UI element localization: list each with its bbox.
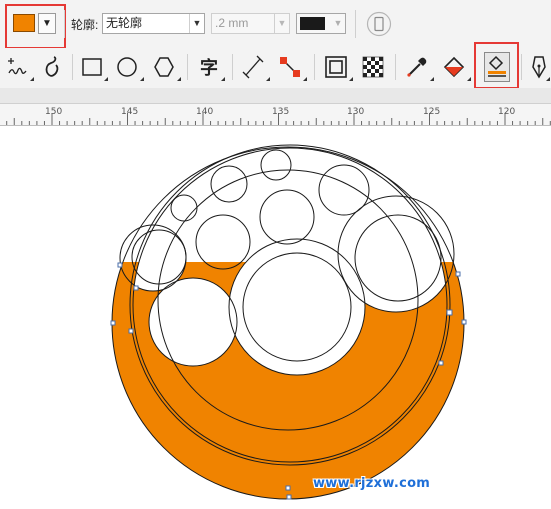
fill-bucket-icon — [443, 56, 465, 78]
interactive-fill-tool[interactable] — [441, 52, 467, 82]
connector-icon — [280, 57, 300, 77]
ruler-label: 140 — [196, 107, 214, 117]
flyout-indicator — [546, 77, 550, 81]
dimension-icon — [242, 55, 264, 79]
ruler-label: 145 — [121, 107, 139, 117]
separator — [72, 54, 73, 80]
ruler-label: 135 — [272, 107, 290, 117]
flyout-indicator — [140, 77, 144, 81]
flyout-indicator — [467, 77, 471, 81]
artistic-media-icon — [45, 56, 59, 77]
smart-fill-icon — [488, 55, 506, 77]
transparency-tool[interactable] — [360, 52, 386, 82]
flyout-indicator — [303, 77, 307, 81]
freehand-icon — [8, 58, 27, 75]
separator — [395, 54, 396, 80]
chevron-down-icon: ▼ — [274, 14, 289, 33]
transparency-icon — [362, 56, 384, 78]
eyedropper-tool[interactable] — [404, 52, 430, 82]
freehand-tool[interactable] — [4, 52, 30, 82]
flyout-indicator — [177, 77, 181, 81]
separator — [64, 10, 65, 38]
chevron-down-icon: ▼ — [333, 18, 343, 28]
fill-highlight-frame — [5, 4, 66, 49]
docker-band — [0, 88, 551, 104]
portrait-orientation-button[interactable] — [366, 11, 392, 37]
flyout-indicator — [30, 77, 34, 81]
separator — [232, 54, 233, 80]
polygon-tool[interactable] — [151, 52, 177, 82]
smart-fill-tool[interactable] — [484, 52, 510, 82]
drawing — [110, 144, 467, 500]
flyout-indicator — [430, 77, 434, 81]
rectangle-icon — [82, 58, 102, 76]
text-tool-icon: 字 — [200, 58, 218, 79]
ellipse-icon — [117, 57, 137, 77]
pen-nib-icon — [532, 56, 546, 79]
outline-color-select[interactable]: ▼ — [296, 13, 346, 34]
separator — [314, 54, 315, 80]
outline-style-select[interactable]: 无轮廓 ▼ — [102, 13, 205, 34]
text-tool[interactable]: 字 — [196, 52, 222, 82]
ruler-label: 130 — [347, 107, 365, 117]
flyout-indicator — [104, 77, 108, 81]
flyout-indicator — [221, 77, 225, 81]
drop-shadow-tool[interactable] — [323, 52, 349, 82]
ellipse-tool[interactable] — [114, 52, 140, 82]
drop-shadow-icon — [325, 56, 347, 78]
drawing-canvas[interactable] — [0, 126, 551, 509]
outline-width-value: .2 mm — [215, 16, 249, 30]
watermark-text: www.rjzxw.com — [313, 476, 431, 491]
outline-style-value: 无轮廓 — [106, 16, 143, 30]
separator — [187, 54, 188, 80]
outline-label: 轮廓: — [71, 18, 99, 32]
chevron-down-icon: ▼ — [189, 14, 204, 33]
polygon-icon — [154, 57, 174, 77]
flyout-indicator — [349, 77, 353, 81]
dimension-tool[interactable] — [240, 52, 266, 82]
outline-color-chip — [300, 17, 325, 30]
artistic-media-tool[interactable] — [40, 52, 66, 82]
separator — [355, 10, 356, 38]
connector-tool[interactable] — [277, 52, 303, 82]
ruler-label: 150 — [45, 107, 63, 117]
outline-width-select[interactable]: .2 mm ▼ — [211, 13, 290, 34]
separator — [521, 54, 522, 80]
eyedropper-icon — [407, 57, 427, 77]
ruler-label: 120 — [498, 107, 516, 117]
ruler-label: 125 — [423, 107, 441, 117]
portrait-icon — [366, 11, 392, 37]
flyout-indicator — [266, 77, 270, 81]
rectangle-tool[interactable] — [79, 52, 105, 82]
